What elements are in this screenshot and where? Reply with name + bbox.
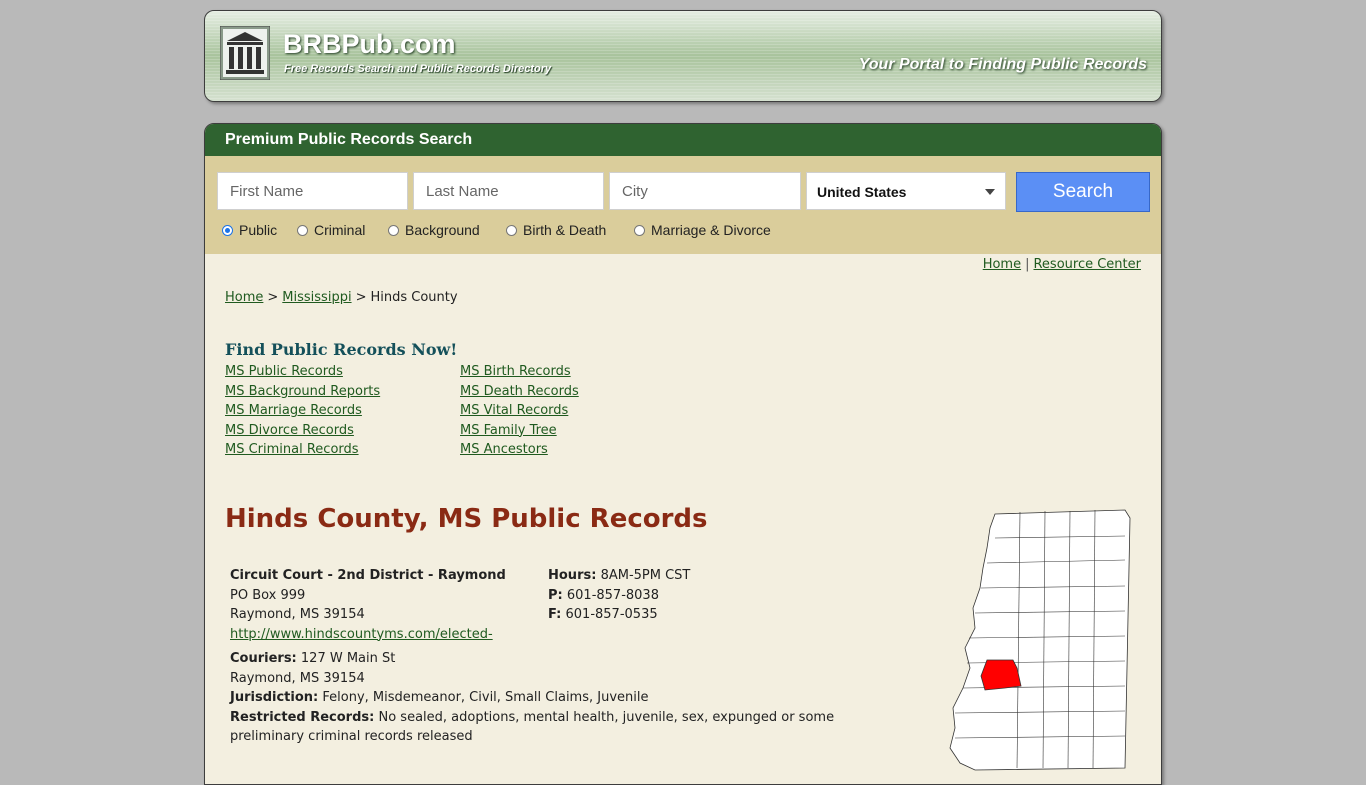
fax-value: 601-857-0535 bbox=[565, 607, 658, 622]
hours-label: Hours: bbox=[548, 568, 597, 583]
radio-public[interactable]: Public bbox=[222, 222, 277, 238]
link-ms-public-records[interactable]: MS Public Records bbox=[225, 362, 380, 382]
couriers-address: 127 W Main St bbox=[300, 651, 396, 666]
breadcrumb-state[interactable]: Mississippi bbox=[282, 290, 351, 305]
link-separator: | bbox=[1025, 257, 1030, 272]
map-hinds-county bbox=[980, 659, 1022, 691]
radio-public-dot[interactable] bbox=[222, 224, 233, 236]
link-ms-background-reports[interactable]: MS Background Reports bbox=[225, 382, 380, 402]
find-records-title: Find Public Records Now! bbox=[225, 340, 458, 359]
link-ms-ancestors[interactable]: MS Ancestors bbox=[460, 440, 579, 460]
breadcrumb-current: Hinds County bbox=[370, 290, 458, 305]
city-input[interactable] bbox=[622, 173, 788, 210]
radio-birth-death[interactable]: Birth & Death bbox=[506, 222, 606, 238]
radio-marriage-divorce[interactable]: Marriage & Divorce bbox=[634, 222, 771, 238]
breadcrumb: Home > Mississippi > Hinds County bbox=[225, 290, 458, 305]
phone-label: P: bbox=[548, 587, 563, 603]
records-links-right: MS Birth Records MS Death Records MS Vit… bbox=[460, 362, 579, 460]
radio-marriage-divorce-dot[interactable] bbox=[634, 224, 645, 236]
link-ms-death-records[interactable]: MS Death Records bbox=[460, 382, 579, 402]
last-name-input[interactable] bbox=[426, 173, 591, 210]
link-ms-vital-records[interactable]: MS Vital Records bbox=[460, 401, 579, 421]
hours-value: 8AM-5PM CST bbox=[600, 568, 691, 583]
restricted-label: Restricted Records: bbox=[230, 709, 375, 725]
radio-birth-death-dot[interactable] bbox=[506, 224, 517, 236]
radio-background[interactable]: Background bbox=[388, 222, 480, 238]
link-ms-criminal-records[interactable]: MS Criminal Records bbox=[225, 440, 380, 460]
breadcrumb-separator: > bbox=[355, 290, 367, 305]
country-select[interactable]: United States bbox=[806, 172, 1006, 210]
couriers-city: Raymond, MS 39154 bbox=[230, 670, 365, 686]
office-website-link[interactable]: http://www.hindscountyms.com/elected- bbox=[230, 627, 493, 642]
radio-marriage-divorce-label: Marriage & Divorce bbox=[651, 222, 771, 238]
radio-background-label: Background bbox=[405, 222, 480, 238]
site-tagline: Your Portal to Finding Public Records bbox=[858, 56, 1147, 73]
courthouse-logo-icon[interactable] bbox=[220, 26, 270, 80]
office-address-line1: PO Box 999 bbox=[230, 587, 306, 603]
top-link-home[interactable]: Home bbox=[983, 257, 1021, 272]
city-field[interactable] bbox=[609, 172, 801, 210]
records-links-left: MS Public Records MS Background Reports … bbox=[225, 362, 380, 460]
radio-criminal[interactable]: Criminal bbox=[297, 222, 365, 238]
first-name-input[interactable] bbox=[230, 173, 395, 210]
mississippi-county-map bbox=[949, 509, 1131, 771]
breadcrumb-home[interactable]: Home bbox=[225, 290, 263, 305]
phone-value: 601-857-8038 bbox=[566, 587, 659, 603]
chevron-down-icon bbox=[985, 189, 995, 195]
search-heading: Premium Public Records Search bbox=[205, 124, 1161, 156]
radio-public-label: Public bbox=[239, 222, 278, 238]
jurisdiction-label: Jurisdiction: bbox=[230, 690, 319, 705]
radio-background-dot[interactable] bbox=[388, 224, 399, 236]
radio-criminal-label: Criminal bbox=[314, 222, 366, 238]
last-name-field[interactable] bbox=[413, 172, 604, 210]
link-ms-divorce-records[interactable]: MS Divorce Records bbox=[225, 421, 380, 441]
fax-label: F: bbox=[548, 607, 562, 622]
couriers-label: Couriers: bbox=[230, 651, 297, 666]
office-contact: Hours: 8AM-5PM CST P: 601-857-8038 F: 60… bbox=[548, 566, 690, 625]
site-header-banner: BRBPub.com Free Records Search and Publi… bbox=[204, 10, 1162, 102]
search-button[interactable]: Search bbox=[1016, 172, 1150, 212]
office-details: Circuit Court - 2nd District - Raymond P… bbox=[230, 566, 850, 747]
link-ms-family-tree[interactable]: MS Family Tree bbox=[460, 421, 579, 441]
office-address-line2: Raymond, MS 39154 bbox=[230, 607, 365, 622]
radio-criminal-dot[interactable] bbox=[297, 224, 308, 236]
country-selected-value: United States bbox=[817, 184, 907, 200]
search-form: United States Search Public Criminal Bac… bbox=[205, 156, 1161, 254]
jurisdiction-value: Felony, Misdemeanor, Civil, Small Claims… bbox=[322, 690, 649, 705]
map-state-outline bbox=[949, 509, 1131, 771]
first-name-field[interactable] bbox=[217, 172, 408, 210]
page-title: Hinds County, MS Public Records bbox=[225, 504, 708, 534]
radio-birth-death-label: Birth & Death bbox=[523, 222, 607, 238]
link-ms-marriage-records[interactable]: MS Marriage Records bbox=[225, 401, 380, 421]
breadcrumb-separator: > bbox=[267, 290, 279, 305]
link-ms-birth-records[interactable]: MS Birth Records bbox=[460, 362, 579, 382]
top-link-resource-center[interactable]: Resource Center bbox=[1033, 257, 1141, 272]
site-subtitle: Free Records Search and Public Records D… bbox=[284, 63, 552, 75]
office-name: Circuit Court - 2nd District - Raymond bbox=[230, 568, 506, 583]
site-title[interactable]: BRBPub.com bbox=[283, 29, 456, 60]
main-panel: Premium Public Records Search United Sta… bbox=[204, 123, 1162, 785]
top-links: Home | Resource Center bbox=[983, 257, 1141, 272]
